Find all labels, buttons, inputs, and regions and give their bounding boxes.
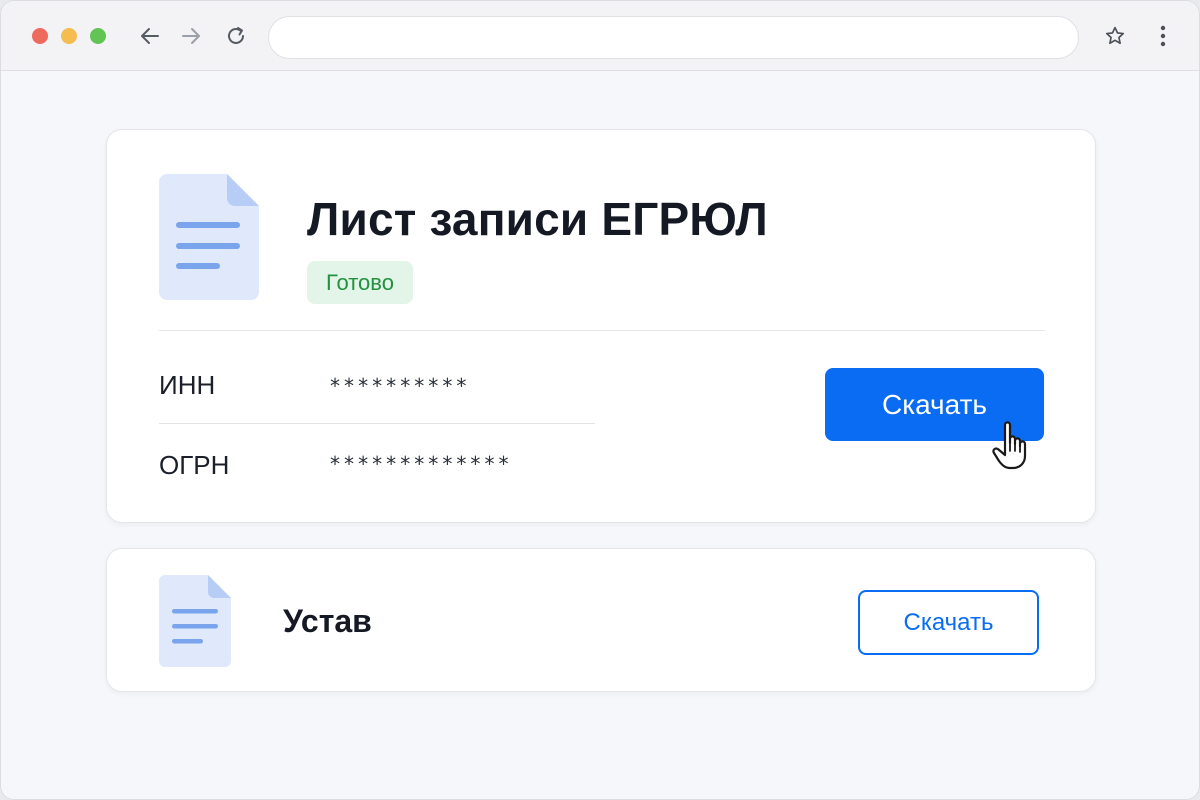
ogrn-value: ************* — [329, 452, 512, 476]
divider — [159, 330, 1045, 331]
download-ustav-button[interactable]: Скачать — [858, 590, 1039, 655]
field-divider — [159, 423, 595, 424]
document-card-ustav: Устав Скачать — [106, 548, 1096, 692]
hand-pointer-icon — [991, 419, 1035, 476]
ogrn-label: ОГРН — [159, 450, 230, 480]
browser-window: Лист записи ЕГРЮЛ Готово ИНН ********** … — [0, 0, 1200, 800]
document-title: Устав — [283, 603, 372, 639]
reload-icon[interactable] — [223, 23, 249, 49]
close-window-button[interactable] — [32, 28, 48, 44]
inn-value: ********** — [329, 374, 470, 398]
status-badge: Готово — [307, 261, 413, 304]
more-vertical-icon[interactable] — [1151, 23, 1175, 49]
address-bar[interactable] — [268, 16, 1079, 59]
document-icon — [159, 174, 259, 305]
minimize-window-button[interactable] — [61, 28, 77, 44]
document-icon — [159, 575, 231, 672]
forward-arrow-icon[interactable] — [178, 23, 204, 49]
document-title: Лист записи ЕГРЮЛ — [307, 193, 768, 245]
maximize-window-button[interactable] — [90, 28, 106, 44]
back-arrow-icon[interactable] — [137, 23, 163, 49]
browser-toolbar — [1, 1, 1199, 71]
document-card-egrul: Лист записи ЕГРЮЛ Готово ИНН ********** … — [106, 129, 1096, 523]
inn-label: ИНН — [159, 370, 216, 400]
star-icon[interactable] — [1102, 23, 1128, 49]
